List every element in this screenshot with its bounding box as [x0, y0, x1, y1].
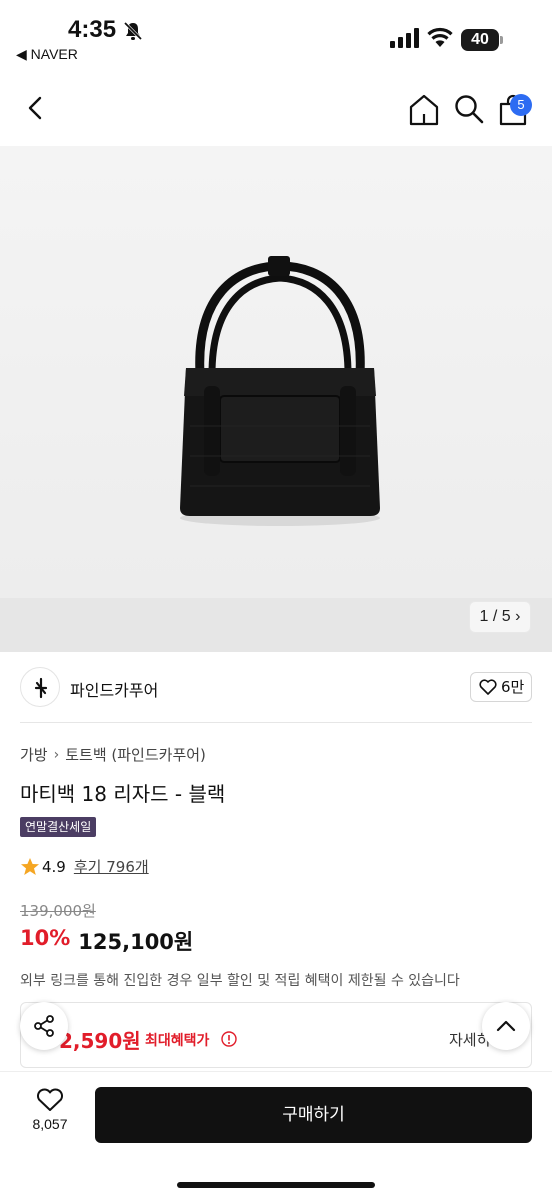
back-arrow-icon[interactable]: [20, 90, 52, 126]
home-icon[interactable]: [406, 92, 442, 128]
store-logo[interactable]: [20, 667, 60, 707]
price-row: 10% 125,100원: [20, 926, 193, 956]
store-like-count: 6만: [501, 678, 525, 696]
signal-icon: [390, 28, 419, 48]
store-row[interactable]: 파인드카푸어 6만: [20, 664, 532, 712]
wish-button[interactable]: 8,057: [28, 1088, 72, 1132]
home-indicator: [177, 1182, 375, 1188]
store-like-button[interactable]: 6만: [470, 672, 532, 702]
product-title: 마티백 18 리자드 - 블랙: [20, 782, 226, 806]
link-notice: 외부 링크를 통해 진입한 경우 일부 할인 및 적립 혜택이 제한될 수 있습…: [20, 973, 460, 989]
sale-price: 125,100원: [78, 930, 194, 954]
status-bar: 4:35 ◀ NAVER 40: [0, 0, 552, 72]
max-benefit-card[interactable]: 2,590원 최대혜택가 자세히: [20, 1002, 532, 1068]
battery-indicator: 40: [461, 29, 503, 51]
share-icon: [34, 1015, 54, 1037]
wifi-icon: [427, 27, 453, 47]
wish-count: 8,057: [32, 1116, 68, 1132]
heart-icon: [479, 679, 497, 695]
back-to-app-link[interactable]: ◀ NAVER: [16, 46, 78, 63]
product-image: [180, 256, 380, 526]
divider: [20, 722, 532, 723]
carousel-page-indicator[interactable]: 1 / 5 ›: [469, 601, 531, 633]
discount-rate: 10%: [20, 926, 71, 950]
info-icon[interactable]: [221, 1031, 237, 1047]
review-link[interactable]: 후기 796개: [74, 856, 149, 877]
max-benefit-label: 최대혜택가: [145, 1033, 210, 1049]
breadcrumb-item[interactable]: 토트백 (파인드카푸어): [65, 744, 206, 765]
search-icon[interactable]: [452, 92, 486, 126]
original-price: 139,000원: [20, 902, 96, 920]
bell-slash-icon: [123, 21, 143, 41]
star-icon: [21, 857, 39, 875]
store-logo-mark-icon: [34, 677, 48, 699]
breadcrumb-item[interactable]: 가방: [20, 744, 48, 765]
breadcrumb-separator: ›: [53, 746, 60, 763]
share-button[interactable]: [20, 1002, 68, 1050]
status-time: 4:35: [68, 16, 117, 43]
bottom-bar: 8,057 구매하기: [0, 1072, 552, 1200]
store-name[interactable]: 파인드카푸어: [70, 677, 158, 701]
breadcrumb: 가방 › 토트백 (파인드카푸어): [20, 744, 206, 765]
chevron-up-icon: [496, 1020, 516, 1032]
heart-icon: [36, 1088, 64, 1111]
scroll-top-button[interactable]: [482, 1002, 530, 1050]
rating-value: 4.9: [42, 857, 66, 876]
top-nav: [0, 72, 552, 146]
product-image-carousel[interactable]: [0, 146, 552, 652]
promo-badge: 연말결산세일: [20, 817, 97, 837]
max-benefit-price: 2,590원: [59, 1029, 141, 1053]
buy-button[interactable]: 구매하기: [95, 1087, 532, 1143]
battery-level: 40: [471, 31, 489, 48]
cart-count-badge: 5: [510, 94, 532, 116]
rating-row: 4.9 후기 796개: [20, 856, 149, 877]
